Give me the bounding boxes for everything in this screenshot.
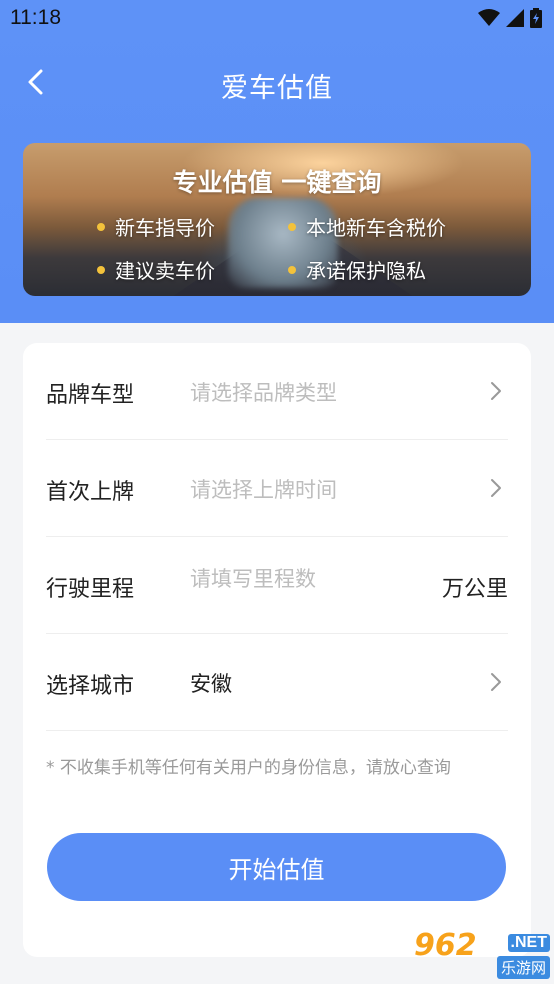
- battery-icon: [530, 8, 542, 28]
- watermark-site-name: 乐游网: [496, 956, 550, 979]
- privacy-note: * 不收集手机等任何有关用户的身份信息，请放心查询: [46, 758, 451, 778]
- banner-feature: 承诺保护隐私: [288, 255, 426, 284]
- chevron-right-icon: [491, 382, 501, 400]
- chevron-right-icon: [491, 479, 501, 497]
- banner-feature: 建议卖车价: [97, 255, 215, 284]
- nav-bar: 爱车估值: [0, 50, 554, 114]
- bullet-dot-icon: [97, 222, 105, 231]
- page-title: 爱车估值: [221, 73, 333, 104]
- city-label: 选择城市: [46, 674, 135, 699]
- site-watermark-logo: 962 .NET 乐游网: [414, 926, 550, 980]
- city-select-row[interactable]: 选择城市 安徽: [46, 634, 508, 731]
- start-valuation-button[interactable]: 开始估值: [47, 833, 506, 901]
- banner-feature: 本地新车含税价: [288, 212, 446, 241]
- valuation-form-card: 品牌车型 请选择品牌类型 首次上牌 请选择上牌时间 行驶里程 万公里 选择城市 …: [23, 343, 531, 957]
- status-bar: 11:18: [0, 0, 554, 38]
- bullet-dot-icon: [288, 222, 296, 231]
- mileage-input[interactable]: [190, 567, 420, 591]
- first-registration-row[interactable]: 首次上牌 请选择上牌时间: [46, 440, 508, 537]
- first-registration-placeholder: 请选择上牌时间: [190, 478, 337, 502]
- wifi-icon: [478, 9, 500, 26]
- mileage-unit: 万公里: [441, 577, 508, 602]
- brand-model-placeholder: 请选择品牌类型: [190, 381, 337, 405]
- status-time: 11:18: [10, 6, 61, 29]
- banner-feature: 新车指导价: [97, 212, 215, 241]
- promo-banner: 专业估值 一键查询 新车指导价 本地新车含税价 建议卖车价 承诺保护隐私: [23, 143, 531, 296]
- status-icons: [478, 8, 542, 28]
- bullet-dot-icon: [288, 265, 296, 274]
- brand-model-row[interactable]: 品牌车型 请选择品牌类型: [46, 343, 508, 440]
- watermark-number: 962: [414, 928, 477, 963]
- banner-title: 专业估值 一键查询: [172, 168, 382, 197]
- first-registration-label: 首次上牌: [46, 480, 135, 505]
- brand-model-label: 品牌车型: [46, 383, 135, 408]
- chevron-right-icon: [491, 673, 501, 691]
- city-value: 安徽: [190, 672, 232, 696]
- mileage-row: 行驶里程 万公里: [46, 537, 508, 634]
- mileage-label: 行驶里程: [46, 577, 135, 602]
- bullet-dot-icon: [97, 265, 105, 274]
- signal-icon: [506, 9, 524, 27]
- watermark-net: .NET: [507, 934, 550, 952]
